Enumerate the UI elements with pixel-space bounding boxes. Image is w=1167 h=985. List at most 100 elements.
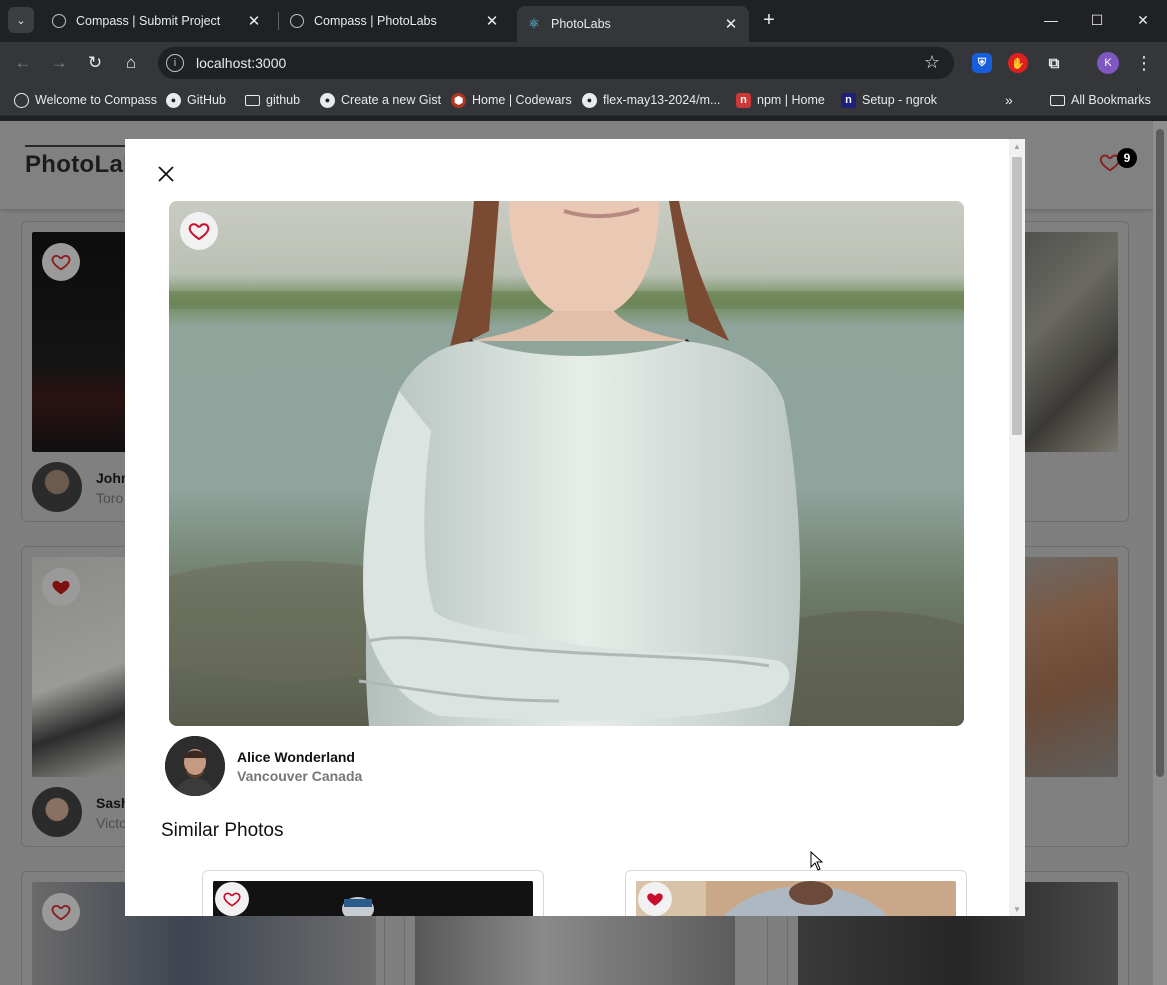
heart-outline-icon [223, 892, 241, 907]
close-tab-icon[interactable]: ✕ [246, 13, 262, 30]
tab-search-button[interactable]: ⌄ [8, 7, 34, 33]
tab-title: PhotoLabs [551, 17, 611, 31]
favourite-button[interactable] [42, 243, 80, 281]
github-icon: ● [320, 92, 335, 108]
tab-compass-submit[interactable]: Compass | Submit Project ✕ [42, 6, 272, 36]
close-tab-icon[interactable]: ✕ [484, 13, 500, 30]
react-icon: ⚛ [528, 16, 540, 31]
favourite-button[interactable] [638, 882, 672, 916]
heart-filled-icon [52, 580, 70, 595]
page-scrollbar[interactable] [1153, 121, 1167, 985]
codewars-icon: ⬢ [451, 92, 466, 108]
brand-underline [25, 145, 130, 147]
scroll-down-arrow-icon[interactable]: ▼ [1009, 902, 1025, 916]
adblock-icon[interactable]: ✋ [1008, 53, 1028, 73]
tab-photolabs[interactable]: ⚛ PhotoLabs ✕ [517, 6, 749, 42]
github-icon: ● [166, 92, 181, 108]
extensions-icon[interactable]: ⧉ [1044, 53, 1064, 73]
bookmark-label: Welcome to Compass [35, 93, 158, 107]
tab-separator [278, 12, 279, 30]
bookmark-folder-github[interactable]: github [245, 91, 300, 109]
url-text[interactable]: localhost:3000 [196, 55, 286, 71]
fav-count-badge: 9 [1117, 148, 1137, 168]
photo-details-modal: Alice Wonderland Vancouver Canada Simila… [125, 139, 1025, 916]
selected-photo [169, 201, 964, 726]
similar-photo-card [202, 870, 544, 916]
heart-filled-icon [647, 893, 663, 906]
reload-icon[interactable]: ↻ [82, 50, 108, 76]
browser-toolbar: ← → ↻ ⌂ i localhost:3000 ☆ ⛨ ✋ ⧉ K ⋮ [0, 42, 1167, 84]
tab-title: Compass | Submit Project [76, 14, 221, 28]
bookmark-flex-repo[interactable]: ● flex-may13-2024/m... [582, 91, 720, 109]
photo-image[interactable] [636, 881, 956, 916]
compass-icon [52, 14, 66, 28]
maximize-icon[interactable]: ☐ [1074, 6, 1120, 34]
bookmark-label: flex-may13-2024/m... [603, 93, 721, 107]
browser-tab-strip: ⌄ Compass | Submit Project ✕ Compass | P… [0, 0, 1167, 42]
bookmark-label: Create a new Gist [341, 93, 442, 107]
browser-menu-icon[interactable]: ⋮ [1135, 52, 1153, 74]
bookmark-ngrok[interactable]: n Setup - ngrok [841, 91, 937, 109]
user-location: Toro [96, 490, 124, 506]
heart-outline-icon [51, 254, 71, 271]
bookmark-label: Home | Codewars [472, 93, 572, 107]
modal-scrollbar-thumb[interactable] [1012, 157, 1022, 435]
heart-outline-icon [188, 223, 210, 241]
folder-icon [1050, 94, 1065, 106]
modal-scrollbar[interactable]: ▲ ▼ [1009, 139, 1025, 916]
avatar [32, 787, 82, 837]
mouse-cursor-icon [810, 851, 824, 871]
bookmark-codewars[interactable]: ⬢ Home | Codewars [451, 91, 572, 109]
favourite-button[interactable] [180, 212, 218, 250]
scroll-up-arrow-icon[interactable]: ▲ [1009, 139, 1025, 153]
page-scrollbar-thumb[interactable] [1156, 129, 1164, 777]
compass-icon [14, 92, 29, 108]
bookmark-welcome-compass[interactable]: Welcome to Compass [14, 91, 157, 109]
similar-photo-card [625, 870, 967, 916]
compass-icon [290, 14, 304, 28]
bookmark-star-icon[interactable]: ☆ [924, 52, 940, 73]
bookmark-label: Setup - ngrok [862, 93, 938, 107]
avatar [32, 462, 82, 512]
close-window-icon[interactable]: ✕ [1120, 6, 1166, 34]
close-icon [158, 166, 174, 182]
favourite-button[interactable] [215, 882, 249, 916]
site-info-icon[interactable]: i [166, 54, 184, 72]
close-tab-icon[interactable]: ✕ [723, 16, 739, 33]
photo-image [169, 201, 964, 726]
bookmarks-bar: Welcome to Compass ● GitHub github ● Cre… [0, 84, 1167, 116]
tab-compass-photolabs[interactable]: Compass | PhotoLabs ✕ [280, 6, 510, 36]
close-modal-button[interactable] [153, 161, 179, 187]
photo-image[interactable] [213, 881, 533, 916]
minimize-icon[interactable]: — [1028, 6, 1074, 34]
bookmark-label: All Bookmarks [1071, 93, 1151, 107]
address-bar[interactable]: i localhost:3000 ☆ [158, 47, 954, 79]
photographer-avatar [165, 736, 225, 796]
photographer-name: Alice Wonderland [237, 749, 355, 765]
photographer-location: Vancouver Canada [237, 768, 363, 784]
ngrok-icon: n [841, 92, 856, 108]
favourite-button[interactable] [42, 893, 80, 931]
npm-icon: n [736, 92, 751, 108]
user-location: Victo [96, 815, 127, 831]
similar-photos-heading: Similar Photos [161, 820, 284, 841]
bookmark-npm[interactable]: n npm | Home [736, 91, 825, 109]
heart-outline-icon [51, 904, 71, 921]
favourite-button[interactable] [42, 568, 80, 606]
tab-title: Compass | PhotoLabs [314, 14, 437, 28]
bookmark-label: GitHub [187, 93, 226, 107]
github-icon: ● [582, 92, 597, 108]
bookmark-label: github [266, 93, 301, 107]
home-icon[interactable]: ⌂ [118, 50, 144, 76]
bookmark-github[interactable]: ● GitHub [166, 91, 226, 109]
folder-icon [245, 94, 260, 106]
bookmark-label: npm | Home [757, 93, 825, 107]
back-icon[interactable]: ← [10, 50, 36, 76]
bookmark-create-gist[interactable]: ● Create a new Gist [320, 91, 441, 109]
forward-icon[interactable]: → [46, 50, 72, 76]
bitwarden-icon[interactable]: ⛨ [972, 53, 992, 73]
new-tab-button[interactable]: + [758, 9, 780, 31]
more-bookmarks-chevron-icon[interactable]: » [1005, 91, 1013, 109]
profile-avatar[interactable]: K [1097, 52, 1119, 74]
all-bookmarks-button[interactable]: All Bookmarks [1050, 91, 1151, 109]
